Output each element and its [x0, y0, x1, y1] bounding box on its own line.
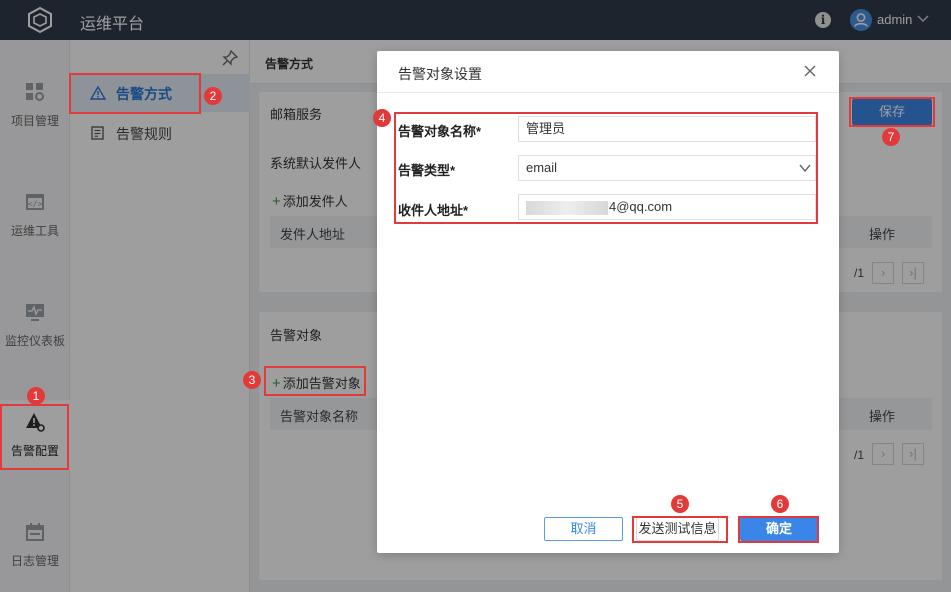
step-badge: 3 — [243, 371, 261, 389]
highlight-box — [632, 516, 728, 543]
cancel-button[interactable]: 取消 — [544, 517, 623, 541]
step-badge: 6 — [771, 495, 789, 513]
step-badge: 2 — [204, 87, 222, 105]
dialog-header: 告警对象设置 — [377, 51, 839, 93]
highlight-box — [0, 404, 69, 470]
step-badge: 4 — [373, 109, 391, 127]
step-badge: 1 — [27, 387, 45, 405]
highlight-box — [738, 516, 819, 543]
step-badge: 5 — [671, 495, 689, 513]
highlight-box — [69, 73, 201, 114]
step-badge: 7 — [882, 128, 900, 146]
highlight-box — [849, 97, 935, 127]
highlight-box — [264, 366, 366, 396]
close-icon[interactable] — [804, 65, 816, 77]
highlight-box — [394, 112, 818, 224]
dialog-title: 告警对象设置 — [398, 66, 482, 82]
